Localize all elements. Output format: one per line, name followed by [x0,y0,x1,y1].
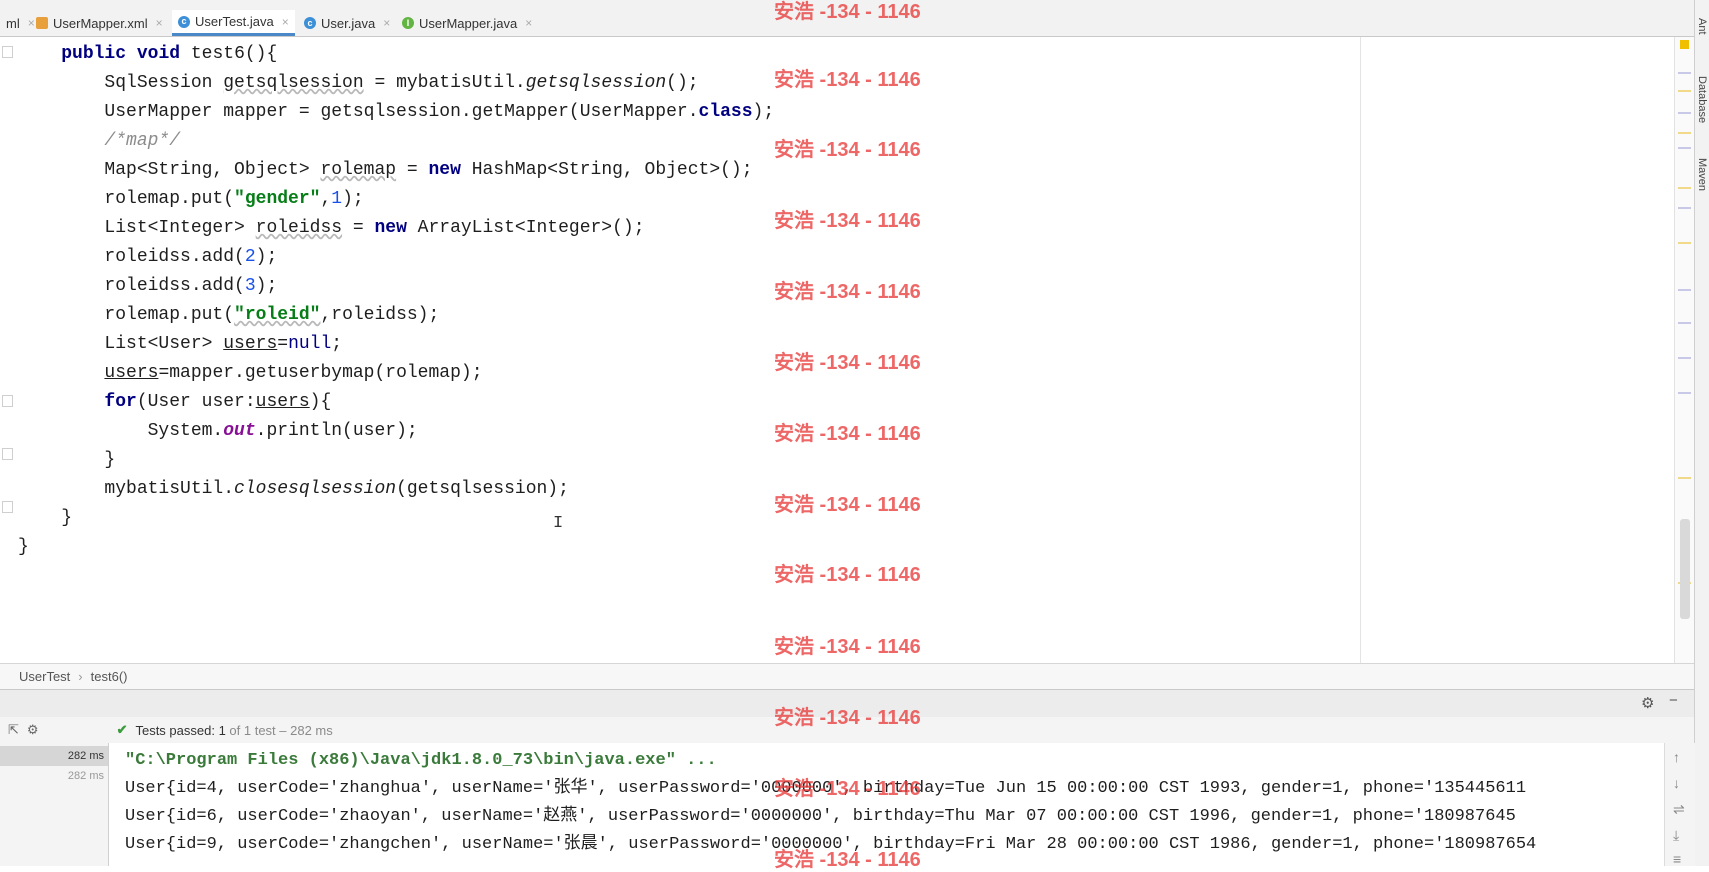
breadcrumb-class[interactable]: UserTest [19,669,70,684]
close-icon[interactable]: × [282,15,289,29]
error-stripe-mark[interactable] [1678,207,1691,209]
error-stripe-mark[interactable] [1678,72,1691,74]
close-icon[interactable]: × [383,16,390,30]
warning-stripe-mark[interactable] [1678,187,1691,189]
arrow-up-icon[interactable]: ↑ [1673,749,1680,765]
tool-window-maven[interactable]: Maven [1696,158,1708,191]
error-stripe-mark[interactable] [1678,289,1691,291]
interface-file-icon: I [402,17,414,29]
class-file-icon: c [178,15,190,28]
code-line: /*map*/ [104,131,181,151]
fold-marker-icon[interactable] [2,46,13,58]
text-cursor-icon: I [553,514,564,533]
console-line: User{id=6, userCode='zhaoyan', userName=… [125,807,1516,826]
editor-tab-bar: ml × UserMapper.xml × c UserTest.java × … [0,0,1709,37]
code-line: List<User> users=null; [18,334,343,354]
tab-user-java[interactable]: c User.java × [298,10,396,36]
code-line: } [18,508,73,528]
tab-label: UserMapper.java [419,15,518,31]
breadcrumb-method[interactable]: test6() [91,669,128,684]
code-line: public void test6(){ [61,44,278,64]
console-output[interactable]: "C:\Program Files (x86)\Java\jdk1.8.0_73… [109,743,1664,866]
tab-label: ml [6,15,20,31]
console-side-toolbar: ↑ ↓ ⇌ ⤓ ≡ [1664,743,1695,867]
print-icon[interactable]: ≡ [1673,851,1681,867]
code-line: Map<String, Object> rolemap = new HashMa… [18,160,753,180]
error-stripe-mark[interactable] [1678,147,1691,149]
code-line: rolemap.put("gender",1); [18,189,364,209]
soft-wrap-icon[interactable]: ⇌ [1673,801,1685,818]
code-line: mybatisUtil.closesqlsession(getsqlsessio… [18,479,569,499]
tree-row-test[interactable]: 282 ms [0,766,108,786]
code-line: List<Integer> roleidss = new ArrayList<I… [18,218,645,238]
code-line: for(User user:users){ [104,392,332,412]
error-stripe-mark[interactable] [1678,357,1691,359]
warning-indicator-icon[interactable] [1680,40,1689,49]
code-line: System.out.println(user); [18,421,418,441]
check-icon: ✔ [116,722,128,737]
tool-window-ant[interactable]: Ant [1696,18,1708,35]
minimize-icon[interactable]: − [1669,692,1678,709]
tree-row-root[interactable]: 282 ms [0,746,108,766]
arrow-down-icon[interactable]: ↓ [1673,775,1680,791]
error-stripe-mark[interactable] [1678,322,1691,324]
test-status-bar: ⇱ ⚙ ✔ Tests passed: 1 of 1 test – 282 ms [0,717,1694,743]
right-margin-guide [1360,37,1361,663]
tests-status: Tests passed: [135,722,219,738]
code-line: SqlSession getsqlsession = mybatisUtil.g… [18,73,699,93]
code-line: users=mapper.getuserbymap(rolemap); [104,363,483,383]
code-line: roleidss.add(2); [18,247,278,267]
editor-scrollbar-thumb[interactable] [1680,519,1690,619]
code-line: } [18,537,29,557]
tab-label: User.java [321,15,376,31]
export-icon[interactable]: ⇱ [8,722,19,738]
tab-label: UserMapper.xml [53,15,148,31]
error-stripe-mark[interactable] [1678,112,1691,114]
fold-marker-icon[interactable] [2,501,13,513]
chevron-right-icon: › [78,669,83,684]
tests-detail: of 1 test – 282 ms [225,722,333,738]
warning-stripe-mark[interactable] [1678,90,1691,92]
gear-icon[interactable]: ⚙ [1641,694,1654,712]
console-command-line: "C:\Program Files (x86)\Java\jdk1.8.0_73… [125,751,717,770]
test-summary: Tests passed: 1 of 1 test – 282 ms [135,723,332,738]
code-line: } [18,450,116,470]
tab-label: UserTest.java [195,14,274,29]
error-stripe-mark[interactable] [1678,392,1691,394]
class-file-icon: c [304,17,316,29]
fold-marker-icon[interactable] [2,395,13,407]
tab-usermapper-xml[interactable]: UserMapper.xml × [30,10,169,36]
tab-usertest-java[interactable]: c UserTest.java × [172,10,295,36]
editor-gutter [0,37,13,663]
close-icon[interactable]: × [525,16,532,30]
code-line: UserMapper mapper = getsqlsession.getMap… [18,102,775,122]
test-tree[interactable]: 282 ms 282 ms [0,743,109,866]
settings-icon[interactable]: ⚙ [27,722,39,738]
tab-usermapper-java[interactable]: I UserMapper.java × [396,10,538,36]
code-line: rolemap.put("roleid",roleidss); [18,305,440,325]
warning-stripe-mark[interactable] [1678,132,1691,134]
console-line: User{id=4, userCode='zhanghua', userName… [125,779,1527,798]
tool-window-database[interactable]: Database [1696,76,1708,123]
code-line: roleidss.add(3); [18,276,278,296]
breadcrumb: UserTest › test6() [0,663,1694,689]
console-line: User{id=9, userCode='zhangchen', userNam… [125,835,1537,854]
xml-file-icon [36,17,48,29]
right-tool-window-strip: Ant Database Maven [1694,0,1709,866]
run-panel-header: ⚙ − [0,689,1694,719]
close-icon[interactable]: × [156,16,163,30]
warning-stripe-mark[interactable] [1678,242,1691,244]
tests-count: 1 [218,722,226,738]
fold-marker-icon[interactable] [2,448,13,460]
warning-stripe-mark[interactable] [1678,477,1691,479]
code-editor[interactable]: public void test6(){ SqlSession getsqlse… [0,37,1672,663]
scroll-to-end-icon[interactable]: ⤓ [1673,827,1679,844]
editor-marker-stripe[interactable] [1674,37,1695,663]
